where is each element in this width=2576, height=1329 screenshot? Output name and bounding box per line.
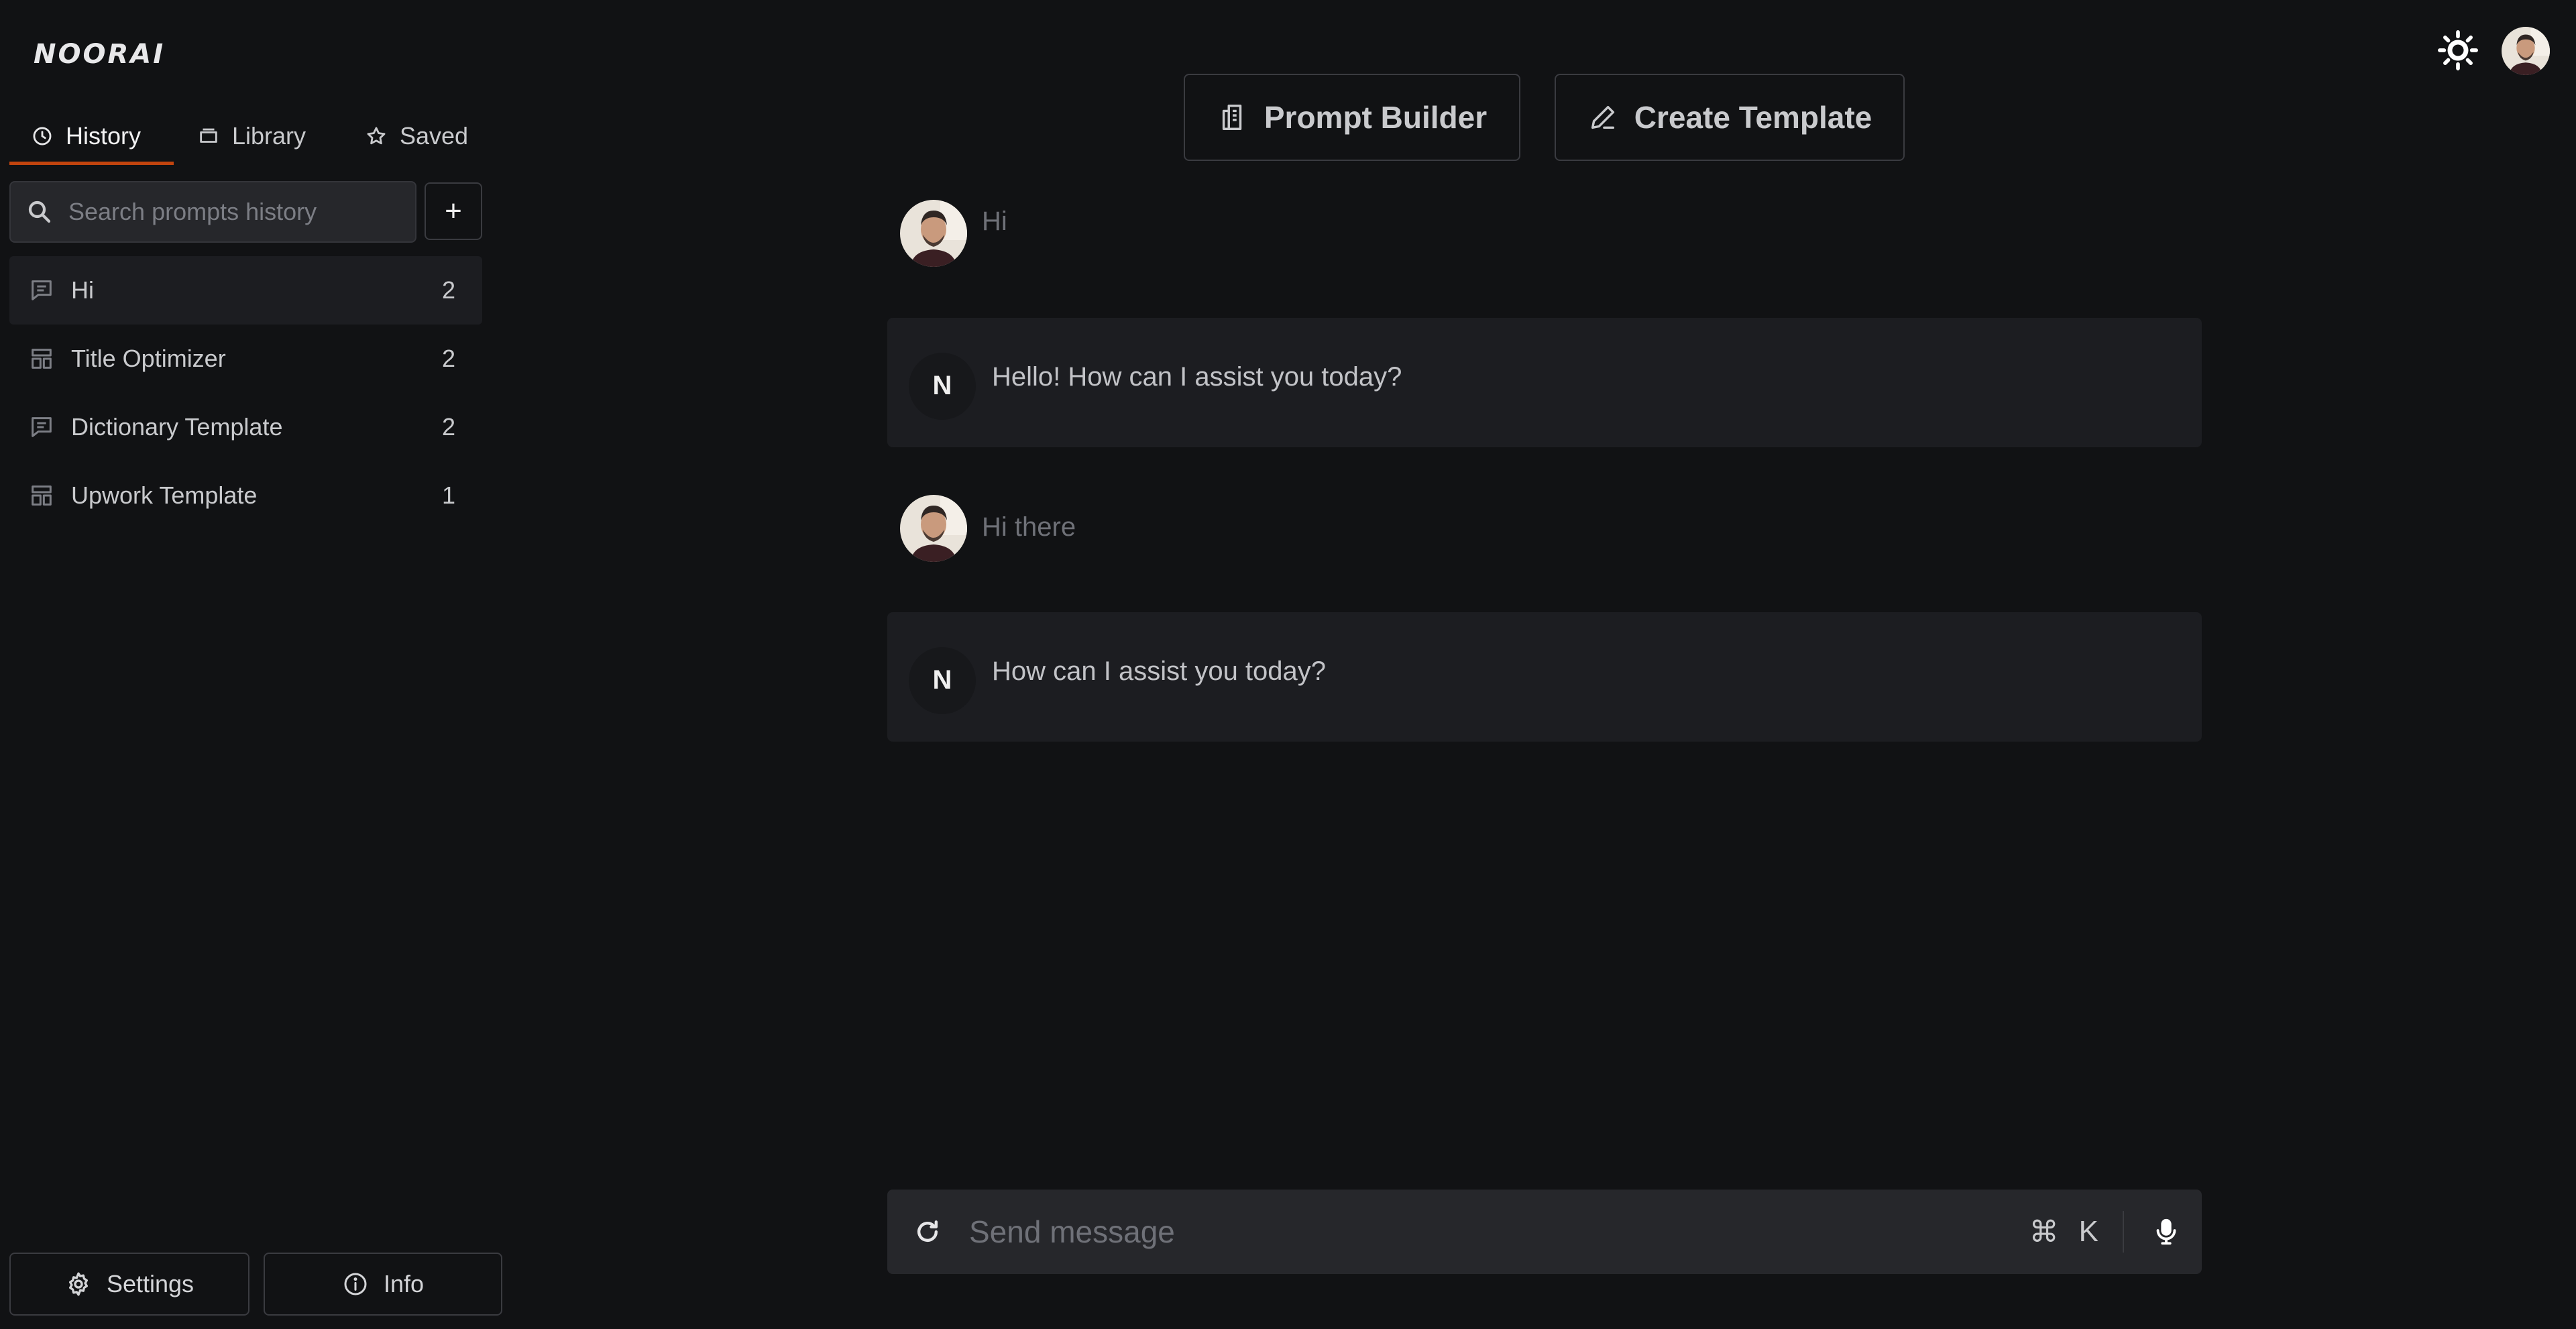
message-text: Hello! How can I assist you today? (992, 362, 1402, 392)
prompt-builder-icon (1222, 105, 1242, 130)
microphone-icon[interactable] (2151, 1216, 2182, 1247)
refresh-icon[interactable] (913, 1217, 942, 1247)
folder-icon (200, 128, 217, 143)
history-item[interactable]: Upwork Template 1 (9, 461, 482, 530)
gear-icon (68, 1272, 88, 1296)
settings-label: Settings (106, 1270, 194, 1297)
create-template-button[interactable]: Create Template (1555, 74, 1905, 161)
message-text: How can I assist you today? (992, 656, 1327, 686)
assistant-message: N How can I assist you today? (887, 612, 2202, 742)
tab-library[interactable]: Library (197, 107, 306, 165)
shortcut-key: K (2078, 1215, 2098, 1248)
history-item[interactable]: Dictionary Template 2 (9, 393, 482, 461)
tab-history[interactable]: History (9, 107, 174, 165)
assistant-avatar: N (909, 646, 976, 714)
search-row: + (9, 181, 482, 243)
history-item-label: Hi (71, 276, 94, 304)
user-message: Hi there (900, 495, 1076, 562)
user-avatar[interactable] (2502, 27, 2550, 75)
message-input[interactable] (969, 1214, 2029, 1250)
tab-saved[interactable]: Saved (365, 107, 468, 165)
message-composer: ⌘ K (887, 1190, 2202, 1274)
chat-icon (32, 417, 52, 437)
chat-icon (32, 280, 52, 300)
command-key-icon: ⌘ (2029, 1215, 2059, 1249)
history-item-label: Upwork Template (71, 481, 258, 509)
template-icon (32, 485, 52, 506)
star-icon (367, 127, 386, 145)
tab-library-label: Library (232, 122, 306, 150)
add-prompt-button[interactable]: + (425, 182, 482, 240)
history-item-label: Title Optimizer (71, 345, 226, 372)
sun-icon[interactable] (2437, 30, 2479, 71)
message-text: Hi there (982, 512, 1076, 542)
history-list: Hi 2 Title Optimizer 2 Dictionary Templa… (9, 256, 482, 530)
search-box (9, 181, 416, 243)
pencil-icon (1591, 105, 1614, 129)
avatar (900, 200, 967, 267)
sidebar-footer: Settings Info (9, 1253, 502, 1316)
history-item-count: 2 (441, 276, 455, 304)
assistant-message: N Hello! How can I assist you today? (887, 318, 2202, 447)
avatar (900, 495, 967, 562)
history-item-label: Dictionary Template (71, 413, 283, 441)
tab-saved-label: Saved (400, 122, 469, 150)
settings-button[interactable]: Settings (9, 1253, 249, 1316)
sidebar: NOORAI History Library Saved + Hi 2 Ti (0, 0, 502, 1329)
sidebar-tabs: History Library Saved (9, 107, 482, 165)
message-text: Hi (982, 206, 1007, 236)
info-label: Info (383, 1270, 425, 1297)
search-icon (28, 200, 51, 223)
history-item[interactable]: Title Optimizer 2 (9, 325, 482, 393)
info-icon (344, 1273, 367, 1295)
history-item[interactable]: Hi 2 (9, 256, 482, 325)
user-message: Hi (900, 200, 1007, 267)
prompt-builder-label: Prompt Builder (1264, 100, 1488, 135)
tab-history-label: History (66, 122, 142, 150)
history-item-count: 2 (441, 345, 455, 372)
user-avatar-image (900, 200, 967, 267)
app-logo: NOORAI (34, 39, 166, 70)
search-input[interactable] (68, 198, 404, 226)
user-avatar-image (2502, 27, 2550, 75)
keyboard-shortcut: ⌘ K (2029, 1215, 2098, 1249)
history-item-count: 2 (441, 413, 455, 441)
prompt-builder-button[interactable]: Prompt Builder (1184, 74, 1520, 161)
user-avatar-image (900, 495, 967, 562)
create-template-label: Create Template (1634, 100, 1872, 135)
info-button[interactable]: Info (264, 1253, 502, 1316)
divider (2123, 1211, 2124, 1253)
clock-icon (33, 127, 52, 146)
history-item-count: 1 (441, 481, 455, 509)
template-icon (32, 349, 52, 369)
assistant-avatar: N (909, 352, 976, 420)
